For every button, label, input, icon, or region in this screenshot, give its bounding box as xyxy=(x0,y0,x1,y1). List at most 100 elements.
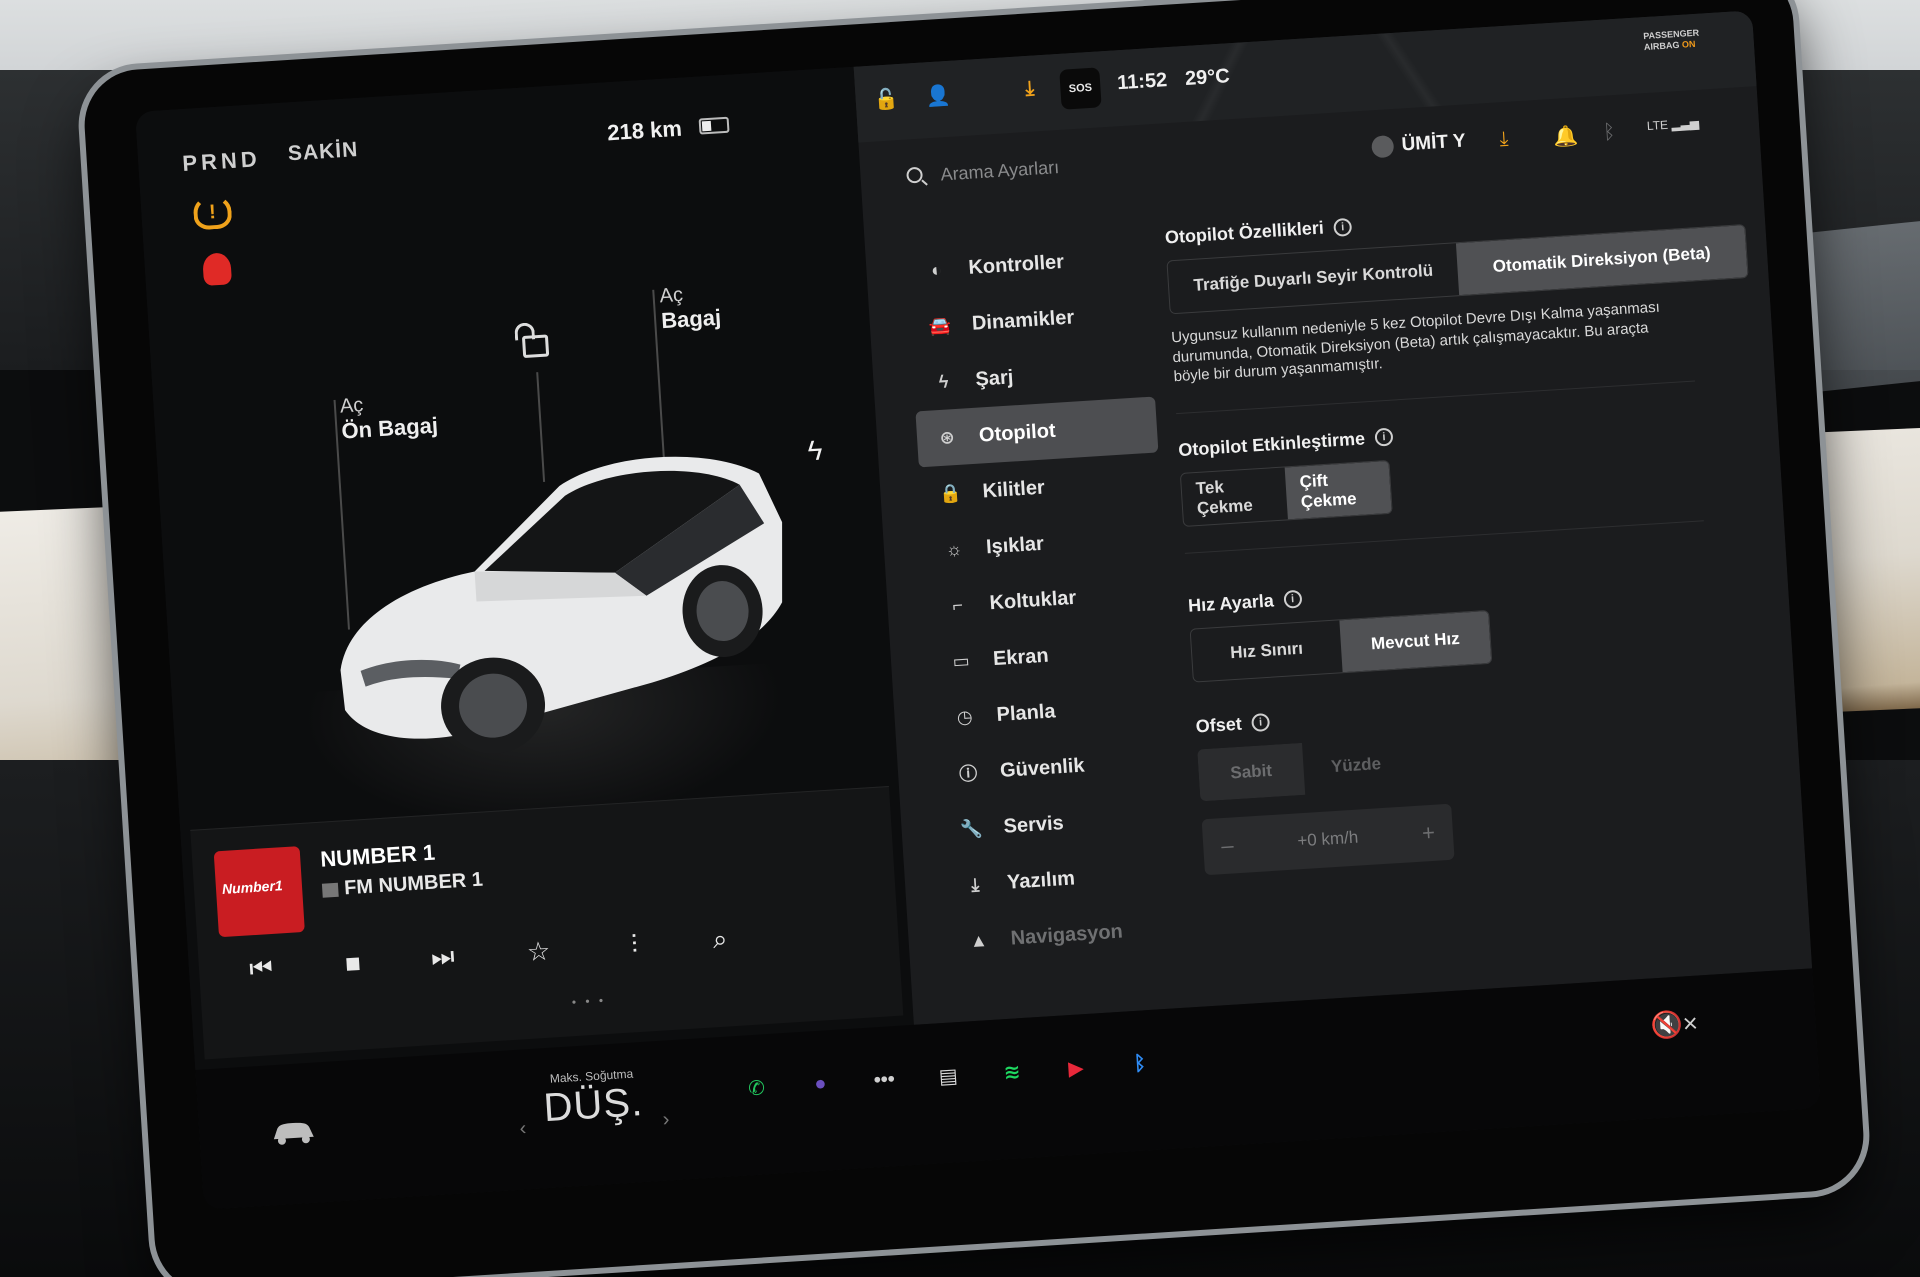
profile-icon[interactable]: 👤 xyxy=(925,83,951,110)
settings-search-input[interactable] xyxy=(939,138,1242,192)
menu-item-label: Dinamikler xyxy=(971,305,1075,335)
stop-button[interactable]: ■ xyxy=(330,940,377,987)
range-display: 218 km xyxy=(606,115,683,146)
increment-button[interactable]: + xyxy=(1421,819,1435,846)
menu-item-label: Kontroller xyxy=(967,250,1065,279)
equalizer-button[interactable]: ⫶ xyxy=(611,922,658,969)
offset-value: +0 km/h xyxy=(1296,827,1359,850)
divider xyxy=(1176,380,1696,414)
speed-option-0[interactable]: Hız Sınırı xyxy=(1191,620,1343,681)
bolt-icon: ϟ xyxy=(938,370,949,392)
activation-heading: Otopilot Etkinleştirme xyxy=(1177,427,1366,460)
previous-track-button[interactable]: ⏮ xyxy=(238,945,285,992)
autopilot-features-heading: Otopilot Özellikleri xyxy=(1164,217,1325,248)
speed-heading: Hız Ayarla xyxy=(1187,589,1275,616)
sos-button[interactable]: SOS xyxy=(1059,67,1102,110)
camera-app-icon[interactable]: ● xyxy=(800,1064,840,1104)
album-art[interactable]: Number1 xyxy=(213,846,305,938)
info-icon[interactable]: i xyxy=(1333,217,1353,237)
spotify-app-icon[interactable]: ≋ xyxy=(992,1052,1032,1092)
search-icon: ⌕ xyxy=(711,923,729,955)
phone-app-icon[interactable]: ✆ xyxy=(736,1068,776,1108)
outside-temperature: 29°C xyxy=(1184,65,1231,90)
offset-option-1[interactable]: Yüzde xyxy=(1302,736,1410,794)
activation-selector: Tek Çekme Çift Çekme xyxy=(1179,459,1393,527)
wrench-icon: 🔧 xyxy=(959,817,984,840)
menu-item-label: Işıklar xyxy=(985,532,1045,558)
menu-item-label: Ekran xyxy=(992,644,1050,670)
airbag-state: ON xyxy=(1681,38,1696,50)
display-icon: ▭ xyxy=(952,650,971,672)
climate-control[interactable]: Maks. Soğutma DÜŞ. ‹ › xyxy=(519,1065,670,1140)
touchscreen: PRND SAKİN ! 218 km Aç Ön Bagaj Aç Bagaj… xyxy=(135,10,1821,1210)
more-app-icon[interactable]: ••• xyxy=(864,1060,904,1100)
features-option-1[interactable]: Otomatik Direksiyon (Beta) xyxy=(1455,225,1748,296)
chevron-left-icon[interactable]: ‹ xyxy=(519,1117,527,1140)
trunk-open-button[interactable]: Aç Bagaj xyxy=(659,282,722,334)
info-icon[interactable]: i xyxy=(1251,712,1271,733)
favorite-button[interactable]: ☆ xyxy=(515,928,562,975)
activation-option-0[interactable]: Tek Çekme xyxy=(1181,467,1288,525)
offset-stepper: – +0 km/h + xyxy=(1201,803,1455,875)
speed-option-1[interactable]: Mevcut Hız xyxy=(1339,610,1492,672)
unlock-icon[interactable] xyxy=(521,334,550,359)
navigation-icon: ▲ xyxy=(969,929,989,951)
stop-icon: ■ xyxy=(344,946,362,978)
seat-icon: ⌐ xyxy=(951,594,964,616)
speed-selector: Hız Sınırı Mevcut Hız xyxy=(1189,609,1493,683)
divider xyxy=(1184,519,1704,554)
menu-item-label: Planla xyxy=(995,699,1057,726)
bell-icon[interactable]: 🔔 xyxy=(1553,123,1579,150)
menu-item-label: Servis xyxy=(1002,811,1065,838)
menu-item-label: Navigasyon xyxy=(1009,920,1124,950)
menu-item-label: Yazılım xyxy=(1006,866,1076,894)
charge-port-icon[interactable]: ϟ xyxy=(807,434,824,467)
page-dots: • • • xyxy=(571,993,607,1010)
tunein-app-icon[interactable]: ▶ xyxy=(1056,1048,1096,1088)
mute-button[interactable]: 🔇× xyxy=(1649,1008,1698,1042)
media-player: Number1 NUMBER 1 FM NUMBER 1 ⏮ ■ ⏭ ☆ ⫶ ⌕… xyxy=(190,785,904,1060)
star-icon: ☆ xyxy=(525,935,552,967)
car-model[interactable] xyxy=(306,412,806,781)
features-option-0[interactable]: Trafiğe Duyarlı Seyir Kontrolü xyxy=(1167,243,1459,313)
activation-option-1[interactable]: Çift Çekme xyxy=(1284,460,1392,519)
menu-item-label: Güvenlik xyxy=(999,754,1086,782)
seatbelt-warning-icon xyxy=(202,252,233,286)
media-search-button[interactable]: ⌕ xyxy=(697,917,744,964)
notes-app-icon[interactable]: ▤ xyxy=(928,1056,968,1096)
album-text: Number1 xyxy=(221,877,284,898)
offset-selector: Sabit Yüzde xyxy=(1197,736,1410,801)
next-track-button[interactable]: ⏭ xyxy=(419,934,466,981)
equalizer-icon: ⫶ xyxy=(630,929,639,960)
info-icon[interactable]: i xyxy=(1374,427,1394,447)
autosteer-warning: Uygunsuz kullanım nedeniyle 5 kez Otopil… xyxy=(1170,298,1661,386)
activation-title: Otopilot Etkinleştirme i xyxy=(1178,403,1758,460)
station-source-label: FM NUMBER 1 xyxy=(343,868,484,900)
offset-option-0[interactable]: Sabit xyxy=(1197,742,1306,801)
bluetooth-icon[interactable]: ᛒ xyxy=(1603,121,1616,145)
station-source: FM NUMBER 1 xyxy=(321,868,484,902)
avatar xyxy=(1371,135,1395,159)
car-icon[interactable] xyxy=(269,1117,319,1148)
decrement-button[interactable]: – xyxy=(1220,832,1234,859)
bluetooth-app-icon[interactable]: ᛒ xyxy=(1120,1044,1160,1084)
offset-title: Ofset i xyxy=(1195,680,1775,737)
chevron-right-icon[interactable]: › xyxy=(662,1108,670,1131)
gear-indicator: PRND xyxy=(181,146,262,177)
autopilot-settings: Otopilot Özellikleri i Trafiğe Duyarlı S… xyxy=(1164,191,1784,875)
info-icon[interactable]: i xyxy=(1283,589,1303,609)
speed-title: Hız Ayarla i xyxy=(1187,559,1767,616)
download-icon[interactable]: ⤓ xyxy=(1025,77,1035,101)
settings-menu: ◐ Kontroller 🚘 Dinamikler ϟ Şarj ⊛ Otopilot 🔒 Kil… xyxy=(905,229,1190,971)
tire-pressure-warning-icon: ! xyxy=(192,194,233,231)
clock: 11:52 xyxy=(1116,69,1168,95)
skip-back-icon: ⏮ xyxy=(248,952,274,984)
driver-profile-button[interactable]: ÜMİT Y xyxy=(1371,130,1466,159)
menu-item-label: Koltuklar xyxy=(988,586,1077,614)
search-icon xyxy=(906,166,924,184)
settings-panel: 🔓 👤 ⤓ SOS 11:52 29°C PASSENGER AIRBAG ON… xyxy=(853,10,1813,1025)
lock-status-icon[interactable]: 🔓 xyxy=(873,86,899,113)
station-name: NUMBER 1 xyxy=(319,839,436,872)
passenger-airbag-status: PASSENGER AIRBAG ON xyxy=(1643,28,1700,53)
software-update-icon[interactable]: ⤓ xyxy=(1499,128,1509,152)
